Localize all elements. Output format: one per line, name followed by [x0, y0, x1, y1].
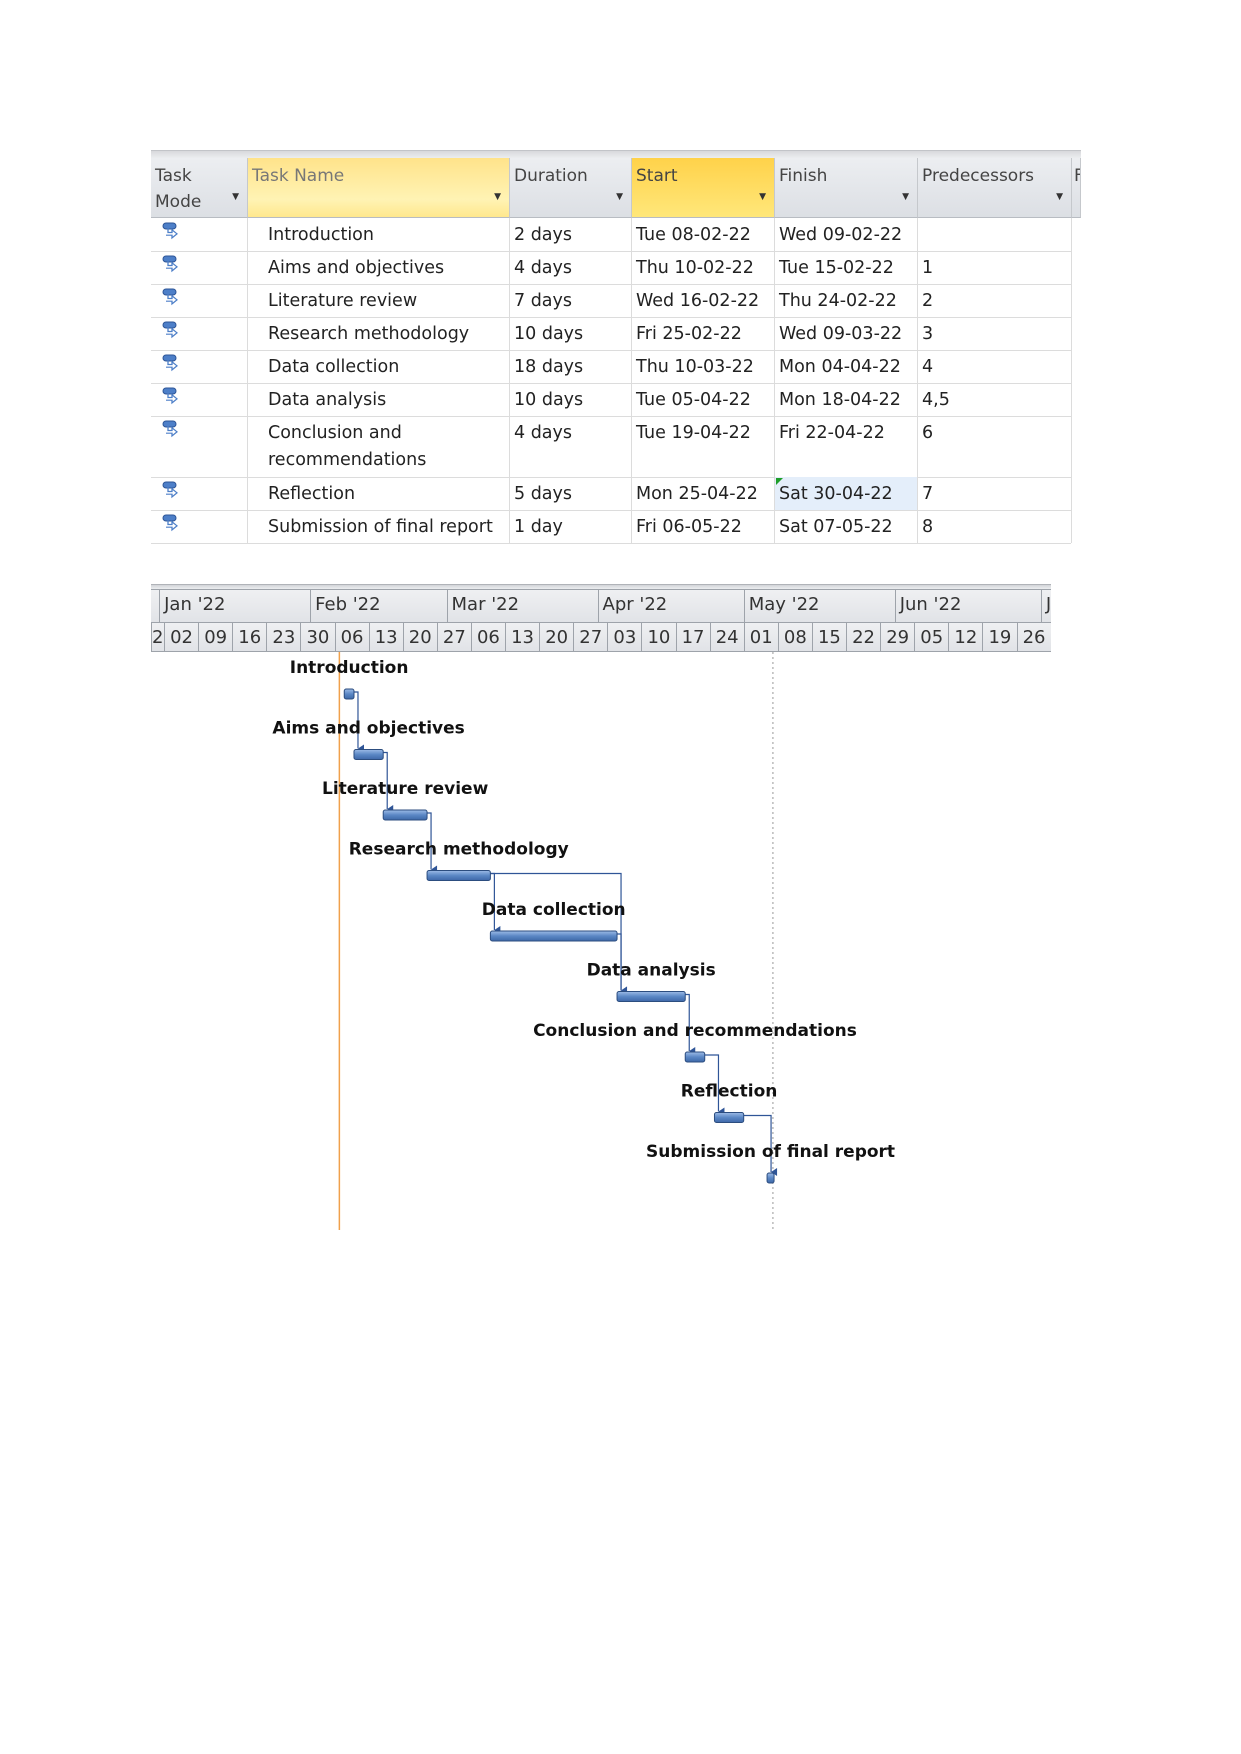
task-bar: [426, 870, 491, 881]
task-bar: [382, 809, 428, 821]
task-bar-label: Literature review: [322, 779, 489, 799]
task-bar: [353, 749, 384, 760]
task-bar-label: Conclusion and recommendations: [533, 1021, 857, 1041]
task-bar-label: Submission of final report: [646, 1142, 895, 1162]
task-bar: [713, 1112, 745, 1123]
task-bar: [684, 1051, 706, 1063]
gantt-chart: Introduction Aims and objectives Literatur…: [272, 652, 895, 1230]
task-bar-label: Data collection: [482, 900, 626, 920]
task-bar: [489, 930, 618, 942]
task-bar: [343, 688, 355, 700]
task-bar-label: Introduction: [290, 658, 409, 678]
task-bar: [616, 991, 686, 1002]
task-bar-label: Reflection: [681, 1082, 778, 1102]
task-bar-label: Data analysis: [587, 961, 716, 981]
task-bar: [766, 1172, 775, 1184]
task-bar-label: Aims and objectives: [272, 719, 464, 739]
task-bar-label: Research methodology: [349, 840, 569, 860]
